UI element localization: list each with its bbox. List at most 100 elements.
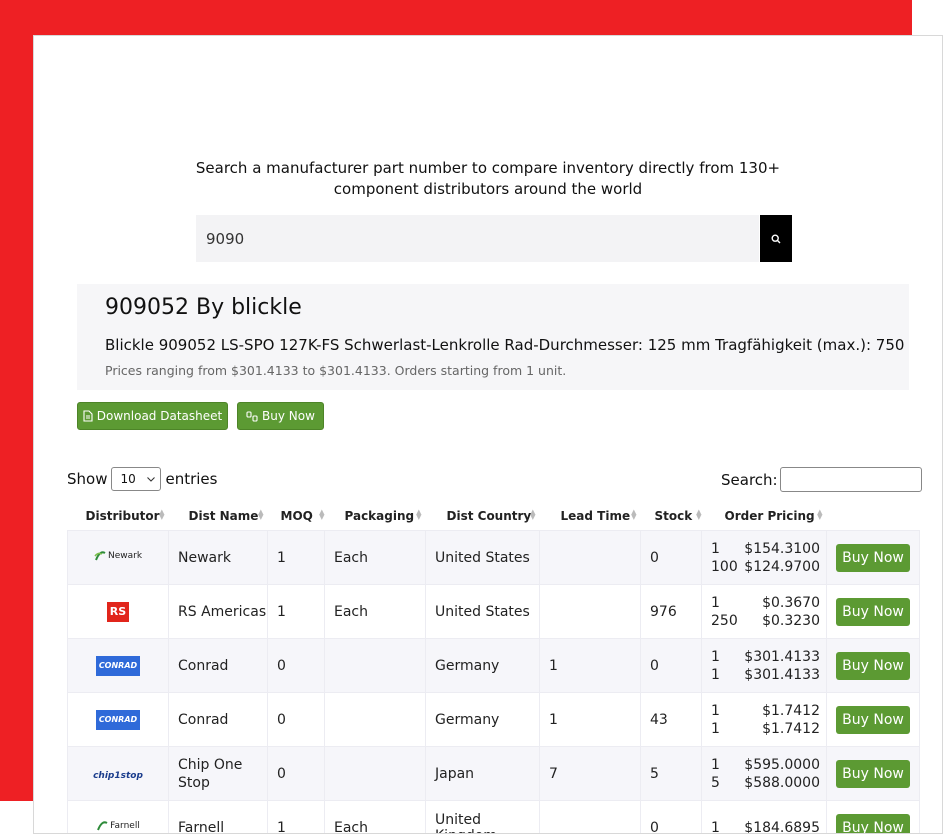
dist-country: United Kingdom (425, 800, 540, 833)
dist-country: United States (425, 530, 540, 585)
distributor-logo-cell: Farnell (67, 800, 169, 833)
lead-time: 1 (539, 638, 641, 693)
search-button[interactable] (760, 215, 792, 262)
dist-country: Germany (425, 692, 540, 747)
distributor-table: Distributor ▲ ▼ Dist Name ▲ ▼ MOQ ▲ ▼ Packagin… (67, 501, 920, 833)
chevron-down-icon (147, 476, 156, 482)
buy-cell: Buy Now (826, 638, 920, 693)
dist-country: Germany (425, 638, 540, 693)
order-pricing: 1 $1.7412 1 $1.7412 (701, 692, 827, 747)
dist-country: United States (425, 584, 540, 639)
headline-line-2: component distributors around the world (333, 180, 643, 198)
content-card: Search a manufacturer part number to com… (33, 35, 943, 834)
column-header[interactable]: Distributor ▲ ▼ (68, 501, 169, 531)
buy-now-button[interactable]: Buy Now (836, 543, 910, 572)
stock: 5 (640, 746, 702, 801)
order-pricing: 1 $0.3670 250 $0.3230 (701, 584, 827, 639)
conrad-logo: CONRAD (96, 655, 140, 676)
moq: 1 (267, 584, 325, 639)
order-pricing: 1 $301.4133 1 $301.4133 (701, 638, 827, 693)
column-header[interactable]: Stock ▲ ▼ (641, 501, 702, 531)
column-header[interactable]: Packaging ▲ ▼ (325, 501, 426, 531)
stock: 0 (640, 800, 702, 833)
conrad-logo: CONRAD (96, 709, 140, 730)
farnell-logo: Farnell (96, 820, 140, 832)
buy-cell: Buy Now (826, 530, 920, 585)
dist-name: Conrad (168, 692, 268, 747)
column-header[interactable]: Lead Time ▲ ▼ (540, 501, 641, 531)
chip1stop-logo: chip1stop (93, 770, 143, 781)
dist-name: Conrad (168, 638, 268, 693)
packaging: Each (324, 530, 426, 585)
order-pricing: 1 $154.3100 100 $124.9700 (701, 530, 827, 585)
column-header[interactable]: MOQ ▲ ▼ (268, 501, 325, 531)
buy-now-label: Buy Now (262, 409, 315, 423)
column-header[interactable]: Dist Country ▲ ▼ (426, 501, 540, 531)
table-row: Newark Newark 1 Each United States 0 1 $1… (67, 530, 920, 585)
moq: 0 (267, 692, 325, 747)
stock: 0 (640, 638, 702, 693)
part-title: 909052 By blickle (105, 295, 302, 320)
moq: 1 (267, 800, 325, 833)
entries-label: entries (165, 470, 218, 488)
newark-logo: Newark (94, 550, 142, 562)
moq: 0 (267, 746, 325, 801)
stock: 976 (640, 584, 702, 639)
buy-now-button[interactable]: Buy Now (836, 651, 910, 680)
part-search-bar (196, 215, 792, 262)
price-summary: Prices ranging from $301.4133 to $301.41… (105, 363, 567, 378)
document-icon (83, 410, 93, 422)
column-header[interactable]: Dist Name ▲ ▼ (169, 501, 268, 531)
buy-now-button[interactable]: Buy Now (836, 597, 910, 626)
packaging (324, 746, 426, 801)
link-icon (246, 410, 258, 422)
buy-cell: Buy Now (826, 584, 920, 639)
moq: 0 (267, 638, 325, 693)
show-label: Show (67, 470, 108, 488)
order-pricing: 1 $184.6895 (701, 800, 827, 833)
distributor-logo-cell: chip1stop (67, 746, 169, 801)
column-header[interactable]: Order Pricing ▲ ▼ (702, 501, 827, 531)
buy-now-button[interactable]: Buy Now (836, 705, 910, 734)
table-header-row: Distributor ▲ ▼ Dist Name ▲ ▼ MOQ ▲ ▼ Packagin… (68, 501, 920, 531)
buy-cell: Buy Now (826, 800, 920, 833)
table-row: CONRAD Conrad 0 Germany 1 0 1 $301.4133 1… (67, 638, 920, 693)
datasheet-label: Download Datasheet (96, 409, 223, 423)
packaging (324, 638, 426, 693)
buy-now-button[interactable]: Buy Now (836, 813, 910, 833)
part-description: Blickle 909052 LS-SPO 127K-FS Schwerlast… (105, 336, 909, 354)
table-row: CONRAD Conrad 0 Germany 1 43 1 $1.7412 1 $… (67, 692, 920, 747)
column-header-buy (827, 501, 920, 531)
distributor-logo-cell: Newark (67, 530, 169, 585)
buy-cell: Buy Now (826, 692, 920, 747)
entries-select[interactable]: 10 (111, 467, 162, 491)
search-headline: Search a manufacturer part number to com… (34, 158, 942, 200)
buy-cell: Buy Now (826, 746, 920, 801)
lead-time (539, 800, 641, 833)
dist-name: Farnell (168, 800, 268, 833)
stock: 43 (640, 692, 702, 747)
table-row: chip1stop Chip One Stop 0 Japan 7 5 1 $59… (67, 746, 920, 801)
buy-now-button-top[interactable]: Buy Now (237, 402, 324, 430)
part-info-panel: 909052 By blickle Blickle 909052 LS-SPO … (77, 284, 909, 390)
part-search-input[interactable] (196, 215, 759, 262)
distributor-logo-cell: CONRAD (67, 638, 169, 693)
entries-value: 10 (120, 472, 136, 486)
headline-line-1: Search a manufacturer part number to com… (195, 159, 781, 177)
search-icon (771, 233, 781, 243)
lead-time (539, 584, 641, 639)
packaging (324, 692, 426, 747)
packaging: Each (324, 800, 426, 833)
table-search-label: Search: (721, 470, 778, 489)
download-datasheet-button[interactable]: Download Datasheet (77, 402, 228, 430)
rs-logo: RS (107, 601, 129, 622)
lead-time: 7 (539, 746, 641, 801)
moq: 1 (267, 530, 325, 585)
table-row: RS RS Americas 1 Each United States 976 … (67, 584, 920, 639)
dist-country: Japan (425, 746, 540, 801)
buy-now-button[interactable]: Buy Now (836, 759, 910, 788)
stock: 0 (640, 530, 702, 585)
dist-name: RS Americas (168, 584, 268, 639)
entries-control: Show 10 entries (67, 467, 217, 491)
table-search-input[interactable] (779, 467, 922, 492)
